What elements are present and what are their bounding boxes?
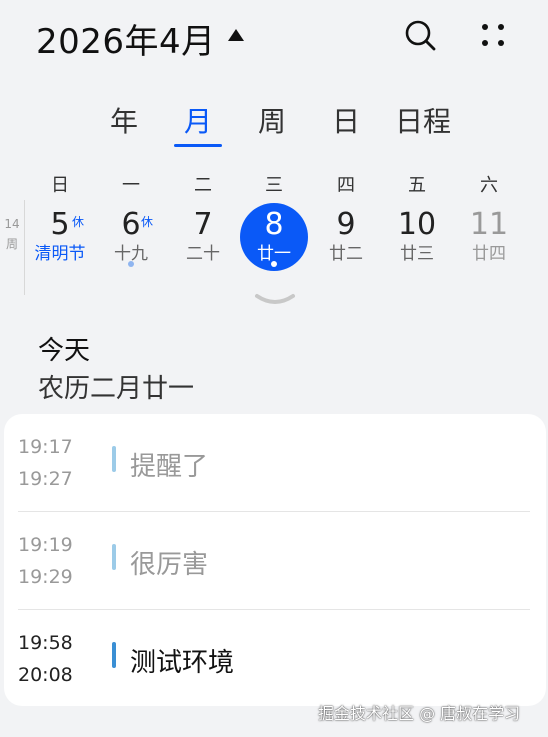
- day-cell-8[interactable]: 8 廿一: [240, 203, 308, 271]
- event-title: 很厉害: [130, 550, 209, 580]
- weekday-tue: 二: [194, 175, 212, 196]
- week-number: 14 周: [3, 214, 21, 254]
- event-dot: [128, 261, 134, 267]
- weekday-wed: 三: [265, 175, 283, 196]
- event-start-time: 19:17: [18, 436, 73, 458]
- weekday-mon: 一: [122, 175, 140, 196]
- event-end-time: 19:29: [18, 566, 73, 588]
- chevron-down-icon[interactable]: [254, 292, 296, 308]
- day-number: 7: [193, 207, 213, 242]
- today-label: 今天: [38, 336, 91, 366]
- event-color-bar: [112, 446, 116, 472]
- day-cell-5[interactable]: 5 休 清明节: [26, 203, 94, 271]
- day-lunar: 廿二: [329, 244, 363, 264]
- tab-year[interactable]: 年: [110, 100, 138, 140]
- event-row[interactable]: 19:19 19:29 很厉害: [4, 512, 546, 609]
- day-number: 8: [264, 207, 284, 242]
- month-title[interactable]: 2026年4月: [36, 14, 216, 63]
- day-lunar: 二十: [186, 244, 220, 264]
- day-number: 11: [469, 207, 509, 242]
- weekday-fri: 五: [408, 175, 426, 196]
- rest-day-mark: 休: [72, 215, 85, 229]
- day-cell-6[interactable]: 6 休 十九: [97, 203, 165, 271]
- more-grid-icon[interactable]: [478, 20, 508, 50]
- event-title: 提醒了: [130, 452, 209, 482]
- week-number-unit: 周: [5, 237, 18, 251]
- week-number-value: 14: [4, 217, 20, 231]
- lunar-date: 农历二月廿一: [38, 374, 195, 404]
- event-title: 测试环境: [130, 648, 235, 678]
- search-icon[interactable]: [403, 18, 437, 52]
- day-number: 6: [121, 207, 141, 242]
- day-cell-9[interactable]: 9 廿二: [312, 203, 380, 271]
- event-start-time: 19:19: [18, 534, 73, 556]
- tab-schedule[interactable]: 日程: [395, 100, 451, 140]
- day-cell-10[interactable]: 10 廿三: [383, 203, 451, 271]
- event-dot: [271, 261, 277, 267]
- day-lunar: 清明节: [34, 244, 86, 264]
- day-cell-11[interactable]: 11 廿四: [455, 203, 523, 271]
- event-start-time: 19:58: [18, 632, 73, 654]
- day-cell-7[interactable]: 7 二十: [169, 203, 237, 271]
- active-tab-indicator: [174, 144, 222, 147]
- weekday-thu: 四: [337, 175, 355, 196]
- header: 2026年4月: [0, 0, 548, 76]
- weekday-sat: 六: [480, 175, 498, 196]
- event-end-time: 20:08: [18, 664, 73, 686]
- event-row[interactable]: 19:17 19:27 提醒了: [4, 414, 546, 511]
- caret-up-icon[interactable]: [227, 28, 245, 42]
- watermark: 掘金技术社区 @ 唐叔在学习: [318, 704, 521, 723]
- event-color-bar: [112, 642, 116, 668]
- rest-day-mark: 休: [141, 215, 154, 229]
- tab-month[interactable]: 月: [184, 100, 212, 140]
- day-lunar: 廿三: [400, 244, 434, 264]
- view-tabs: 年 月 周 日 日程: [100, 100, 460, 150]
- event-color-bar: [112, 544, 116, 570]
- weekday-sun: 日: [51, 175, 69, 196]
- tab-week[interactable]: 周: [258, 100, 286, 140]
- day-number: 10: [397, 207, 437, 242]
- event-row[interactable]: 19:58 20:08 测试环境: [4, 610, 546, 707]
- day-number: 9: [336, 207, 356, 242]
- tab-day[interactable]: 日: [332, 100, 360, 140]
- day-lunar: 廿四: [472, 244, 506, 264]
- event-end-time: 19:27: [18, 468, 73, 490]
- events-card: 19:17 19:27 提醒了 19:19 19:29 很厉害 19:58 20…: [4, 414, 546, 706]
- week-divider: [24, 200, 25, 295]
